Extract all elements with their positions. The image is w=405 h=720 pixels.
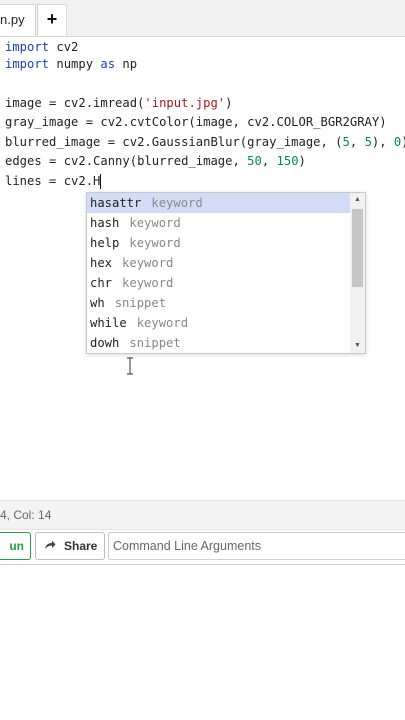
scrollbar-thumb[interactable] [352, 209, 363, 287]
share-label: Share [64, 539, 98, 553]
tab-bar: n.py + [0, 0, 405, 37]
code-line-6: blurred_image = cv2.GaussianBlur(gray_im… [5, 135, 405, 149]
tab-file-label: n.py [0, 12, 25, 27]
scroll-up-icon[interactable]: ▲ [350, 193, 365, 207]
text-cursor-pointer-icon [127, 357, 133, 375]
share-arrow-icon [44, 533, 56, 559]
autocomplete-item[interactable]: hex keyword [87, 253, 350, 273]
cursor-position: 4, Col: 14 [0, 508, 52, 522]
autocomplete-item[interactable]: hash keyword [87, 213, 350, 233]
code-line-7: edges = cv2.Canny(blurred_image, 50, 150… [5, 154, 306, 168]
share-button[interactable]: Share [35, 532, 105, 560]
autocomplete-list: hasattr keyword hash keyword help keyword h… [87, 193, 350, 353]
text-cursor [100, 174, 102, 189]
autocomplete-item[interactable]: help keyword [87, 233, 350, 253]
console-output[interactable] [0, 565, 405, 720]
status-bar: 4, Col: 14 [0, 500, 405, 530]
autocomplete-item[interactable]: chr keyword [87, 273, 350, 293]
code-line-5: gray_image = cv2.cvtColor(image, cv2.COL… [5, 115, 387, 129]
command-line-arguments-input[interactable] [108, 532, 405, 560]
run-button[interactable]: un [0, 532, 31, 560]
autocomplete-popup: hasattr keyword hash keyword help keyword h… [86, 192, 366, 354]
tab-file[interactable]: n.py [0, 4, 36, 36]
autocomplete-scrollbar[interactable]: ▲ ▼ [350, 193, 365, 353]
autocomplete-item[interactable]: wh snippet [87, 293, 350, 313]
run-toolbar: un Share [0, 530, 405, 565]
code-line-8: lines = cv2.H [5, 174, 102, 189]
autocomplete-item[interactable]: hasattr keyword [87, 193, 350, 213]
scroll-down-icon[interactable]: ▼ [350, 339, 365, 353]
autocomplete-item[interactable]: while keyword [87, 313, 350, 333]
autocomplete-item[interactable]: dowh snippet [87, 333, 350, 353]
code-line-2: import numpy as np [5, 57, 138, 71]
code-line-4: image = cv2.imread('input.jpg') [5, 96, 233, 110]
add-tab-button[interactable]: + [37, 4, 67, 36]
